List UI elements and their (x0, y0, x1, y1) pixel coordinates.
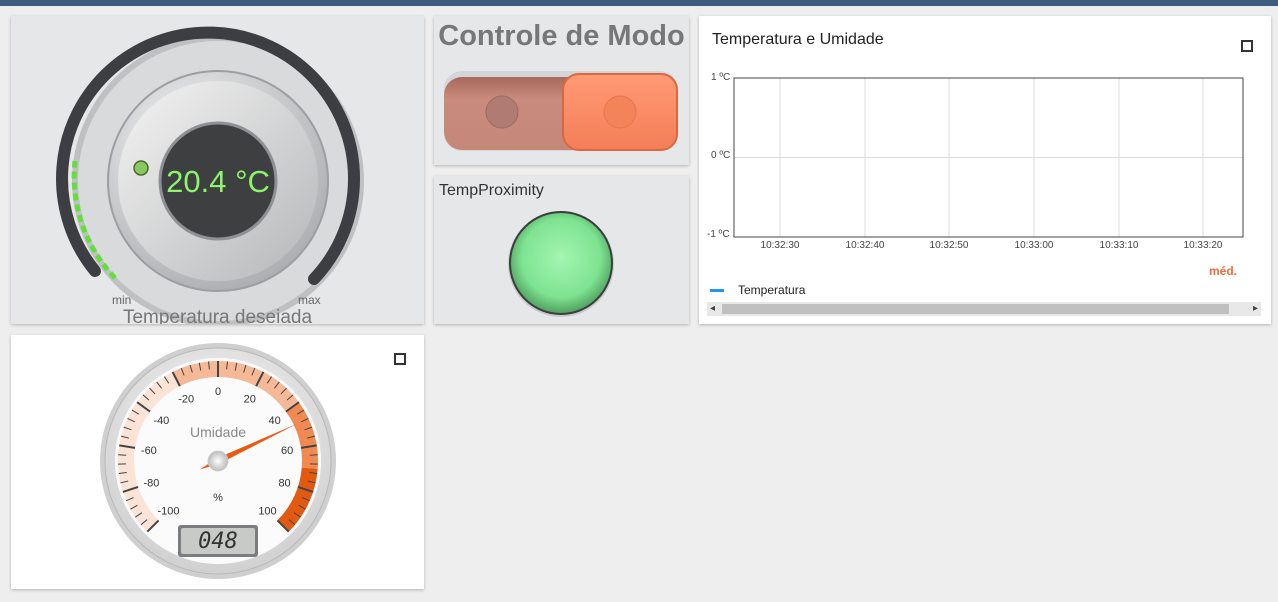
gauge-tick-label: -80 (143, 478, 159, 490)
gauge-tick-label: -60 (141, 445, 157, 457)
scrollbar-thumb[interactable] (722, 304, 1229, 314)
knob-title: Temperatura deseiada (122, 307, 313, 324)
gauge-tick (118, 454, 127, 456)
gauge-hub (207, 450, 229, 472)
x-tick-label: 10:33:00 (1014, 240, 1054, 251)
gauge-tick-label: -40 (153, 415, 169, 427)
gauge-tick-label: 40 (269, 415, 281, 427)
stat-label[interactable]: méd. (1209, 264, 1237, 278)
legend-item-temperatura[interactable]: Temperatura (738, 283, 805, 297)
gauge-tick-label: 100 (258, 505, 276, 517)
knob-min-label: min (112, 293, 132, 307)
gauge-tick (309, 454, 318, 456)
x-tick-label: 10:33:10 (1099, 240, 1139, 251)
temperature-chart-card: Temperatura e Umidade 1 ºC 0 ºC -1 ºC 10… (699, 16, 1271, 324)
y-tick-label: -1 ºC (707, 229, 730, 240)
knob-max-label: max (298, 293, 321, 307)
temperature-knob-card: 20.4 °C min max Temperatura deseiada (11, 16, 424, 324)
gauge-tick-label: 20 (244, 394, 256, 406)
x-tick-label: 10:32:40 (845, 240, 885, 251)
temp-proximity-card: TempProximity (434, 176, 689, 324)
chart-grid (734, 78, 1243, 237)
knob-value-text: 20.4 °C (166, 164, 270, 199)
gauge-tick-label: 0 (215, 386, 221, 398)
gauge-tick-label: 60 (281, 445, 293, 457)
line-chart (733, 77, 1244, 238)
gauge-unit: % (213, 492, 223, 504)
gauge-label: Umidade (190, 424, 246, 440)
gauge-tick-label: -20 (178, 394, 194, 406)
x-tick-label: 10:33:20 (1183, 240, 1223, 251)
y-tick-label: 0 ºC (711, 150, 731, 161)
gauge-digital-display: 048 (198, 529, 238, 554)
knob-indicator-led (133, 160, 149, 176)
mode-control-card: Controle de Modo (434, 16, 689, 165)
gauge-tick-label: -100 (157, 505, 179, 517)
mode-toggle-switch[interactable] (434, 16, 689, 165)
temperature-knob[interactable]: 20.4 °C (11, 16, 424, 324)
scroll-right-icon[interactable]: ▸ (1253, 303, 1258, 314)
y-tick-label: 1 ºC (711, 72, 731, 83)
legend-swatch (710, 289, 724, 292)
top-bar (0, 0, 1278, 6)
humidity-gauge-card: -100 -80 -60 -40 -20 0 20 40 60 80 100 Umidade % 0… (11, 335, 424, 589)
x-tick-label: 10:32:50 (929, 240, 969, 251)
gauge-tick-label: 80 (278, 478, 290, 490)
x-tick-label: 10:32:30 (760, 240, 800, 251)
chart-scrollbar[interactable]: ◂ ▸ (707, 302, 1261, 316)
humidity-gauge: -100 -80 -60 -40 -20 0 20 40 60 80 100 Umidade % 0… (100, 343, 336, 579)
proximity-led (509, 211, 613, 315)
scroll-left-icon[interactable]: ◂ (710, 303, 715, 314)
